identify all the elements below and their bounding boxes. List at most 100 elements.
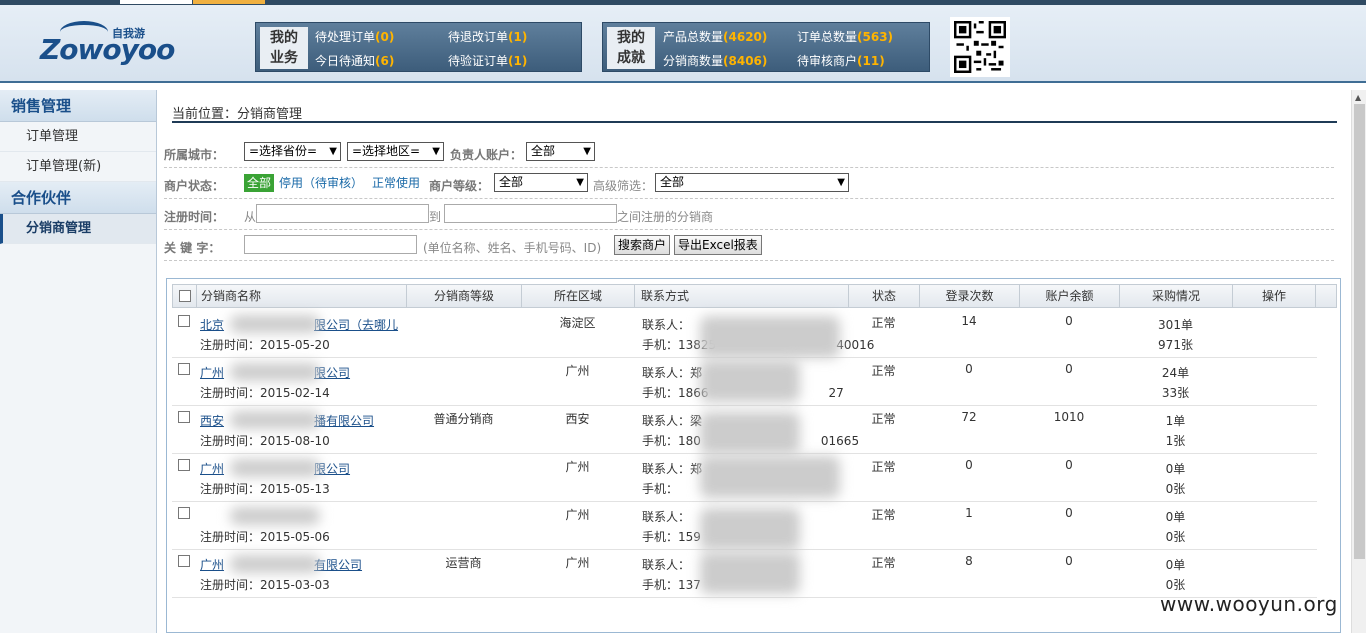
ticket-count: 0张 [1165,482,1186,496]
redacted-contact [700,456,840,498]
table-row: 西安 播有限公司 注册时间：2015-08-10 普通分销商 西安 联系人：梁 手机：180… [172,406,1317,454]
distributor-table: 分销商名称 分销商等级 所在区域 联系方式 状态 登录次数 账户余额 采购情况 … [166,278,1341,633]
level-select[interactable]: 全部 ▼ [494,173,588,192]
status: 正常 [871,412,896,426]
ticket-count: 0张 [1165,578,1186,592]
contact-person: 联系人： [642,510,691,524]
sidebar-item-orders-new[interactable]: 订单管理(新) [0,152,156,182]
product-count-link[interactable]: 产品总数量(4620) [663,28,767,45]
sidebar-item-distributors[interactable]: 分销商管理 [0,214,156,244]
col-region[interactable]: 所在区域 [522,285,635,307]
redacted-contact [700,360,800,402]
top-tab-2[interactable] [193,0,265,4]
watermark: www.wooyun.org [1160,592,1338,616]
redacted-contact [700,552,800,594]
row-checkbox[interactable] [178,363,190,375]
province-select[interactable]: =选择省份= ▼ [244,142,341,161]
business-panel-title: 我的 业务 [260,27,308,69]
filter-row-city: 所属城市： =选择省份= ▼ =选择地区= ▼ 负责人账户： 全部 ▼ [164,138,1334,168]
col-actions[interactable]: 操作 [1233,285,1316,307]
order-count-link[interactable]: 订单总数量(563) [797,28,893,45]
table-row: 广州 限公司 注册时间：2015-02-14 广州 联系人：郑 手机：1866 27 正常 0 0… [172,358,1317,406]
regtime-from-input[interactable] [256,204,429,223]
row-checkbox[interactable] [178,411,190,423]
select-all-checkbox[interactable] [179,290,191,302]
breadcrumb: 当前位置：分销商管理 [172,107,303,122]
account-balance: 0 [1065,314,1073,328]
table-row: 广州 有限公司 注册时间：2015-03-03 运营商 广州 联系人： 手机：137 正常 8 0… [172,550,1317,598]
col-balance[interactable]: 账户余额 [1020,285,1120,307]
sidebar-group-sales[interactable]: 销售管理 [0,90,156,122]
scrollbar-thumb[interactable] [1354,104,1365,559]
table-row: 北京 限公司（去哪儿 注册时间：2015-05-20 海淀区 联系人： 手机：13825 4… [172,310,1317,358]
col-logins[interactable]: 登录次数 [920,285,1020,307]
logo[interactable]: 自我游 Zowoyoo [40,19,175,71]
account-balance: 0 [1065,554,1073,568]
col-level[interactable]: 分销商等级 [407,285,522,307]
status: 正常 [871,508,896,522]
account-balance: 0 [1065,506,1073,520]
filter-row-regtime: 注册时间： 从 到 之间注册的分销商 [164,200,1334,230]
order-count: 0单 [1165,510,1186,524]
verify-orders-link[interactable]: 待验证订单(1) [448,52,527,69]
qr-code [950,17,1010,77]
status-disabled-tag[interactable]: 停用（待审核） [279,174,363,192]
register-time: 注册时间：2015-08-10 [200,434,330,448]
search-merchant-button[interactable]: 搜索商户 [614,235,671,255]
chevron-down-icon: ▼ [329,146,337,157]
sidebar-item-orders[interactable]: 订单管理 [0,122,156,152]
owner-select[interactable]: 全部 ▼ [526,142,595,161]
order-count: 0单 [1165,558,1186,572]
advanced-select[interactable]: 全部 ▼ [655,173,849,192]
redacted-name [230,555,320,573]
status: 正常 [871,316,896,330]
regtime-to-input[interactable] [444,204,617,223]
contact-person: 联系人：郑 [642,366,703,380]
col-name[interactable]: 分销商名称 [197,285,407,307]
table-row: 注册时间：2015-05-06 广州 联系人： 手机：159 正常 1 0 0单 0张 [172,502,1317,550]
ticket-count: 971张 [1158,338,1193,352]
distributor-level: 运营商 [445,556,482,570]
account-balance: 0 [1065,362,1073,376]
row-checkbox[interactable] [178,315,190,327]
qr-code-icon [954,21,1006,73]
login-count: 72 [961,410,977,424]
region: 广州 [565,508,590,522]
col-contact[interactable]: 联系方式 [635,285,849,307]
chevron-down-icon: ▼ [837,177,845,188]
status-all-tag[interactable]: 全部 [244,174,275,192]
ticket-count: 33张 [1161,386,1190,400]
distributor-count-link[interactable]: 分销商数量(8406) [663,52,767,69]
region: 广州 [565,460,590,474]
status-label: 商户状态： [164,179,225,193]
col-status[interactable]: 状态 [849,285,920,307]
scrollbar[interactable]: ▲ [1351,90,1366,633]
ticket-count: 1张 [1165,434,1186,448]
status: 正常 [871,364,896,378]
keyword-label: 关 键 字： [164,241,221,255]
register-time: 注册时间：2015-02-14 [200,386,330,400]
refund-orders-link[interactable]: 待退改订单(1) [448,28,527,45]
order-count: 0单 [1165,462,1186,476]
pending-orders-link[interactable]: 待处理订单(0) [315,28,394,45]
sidebar-group-partners[interactable]: 合作伙伴 [0,182,156,214]
pending-merchant-link[interactable]: 待审核商户(11) [797,52,885,69]
header: 自我游 Zowoyoo 我的 业务 待处理订单(0) 待退改订单(1) 今日待通知… [0,5,1366,83]
keyword-input[interactable] [244,235,417,254]
row-checkbox[interactable] [178,555,190,567]
col-purchases[interactable]: 采购情况 [1120,285,1233,307]
region: 广州 [565,364,590,378]
scroll-up-icon[interactable]: ▲ [1355,93,1361,102]
contact-phone: 手机：159 [642,530,701,544]
row-checkbox[interactable] [178,459,190,471]
today-notify-link[interactable]: 今日待通知(6) [315,52,394,69]
contact-phone: 手机：137 [642,578,701,592]
contact-person: 联系人： [642,318,691,332]
chevron-down-icon: ▼ [576,177,584,188]
row-checkbox[interactable] [178,507,190,519]
export-excel-button[interactable]: 导出Excel报表 [674,235,762,255]
status-normal-tag[interactable]: 正常使用 [372,174,420,192]
top-tab-1[interactable] [120,0,192,4]
region-select[interactable]: =选择地区= ▼ [347,142,444,161]
distributor-level: 普通分销商 [433,412,494,426]
